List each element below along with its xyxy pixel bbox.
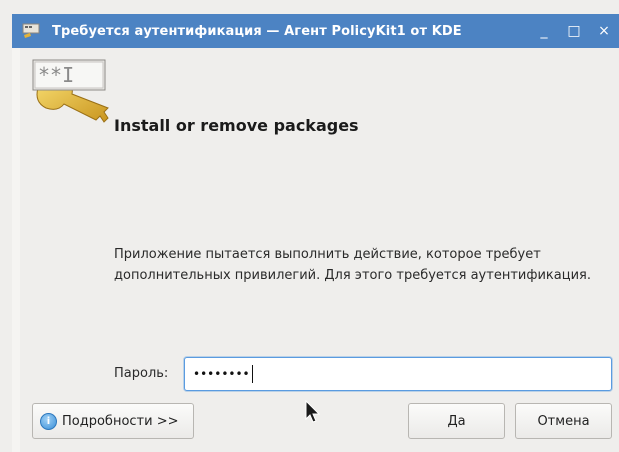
window-frame-left	[12, 48, 20, 452]
close-button[interactable]: ×	[589, 14, 619, 48]
maximize-button[interactable]: □	[559, 14, 589, 48]
details-button[interactable]: i Подробности >>	[32, 403, 194, 439]
title-bar[interactable]: Требуется аутентификация — Агент PolicyK…	[12, 14, 619, 48]
svg-text:**I: **I	[38, 63, 74, 87]
window-controls: _ □ ×	[529, 14, 619, 48]
key-password-icon: **I	[32, 58, 114, 142]
action-heading: Install or remove packages	[114, 116, 359, 135]
mouse-pointer-icon	[305, 399, 321, 428]
cancel-button[interactable]: Отмена	[515, 403, 612, 439]
password-input[interactable]: ••••••••	[184, 357, 612, 391]
password-label: Пароль:	[114, 366, 169, 381]
window-app-icon[interactable]	[16, 14, 46, 48]
action-description: Приложение пытается выполнить действие, …	[114, 247, 591, 283]
info-icon: i	[40, 412, 57, 430]
password-value: ••••••••	[193, 367, 250, 381]
window-title: Требуется аутентификация — Агент PolicyK…	[52, 23, 462, 39]
text-caret	[251, 365, 253, 383]
auth-dialog-window: Требуется аутентификация — Агент PolicyK…	[0, 0, 619, 452]
minimize-button[interactable]: _	[529, 14, 559, 48]
yes-button[interactable]: Да	[408, 403, 505, 439]
details-button-label: Подробности >>	[62, 413, 179, 429]
